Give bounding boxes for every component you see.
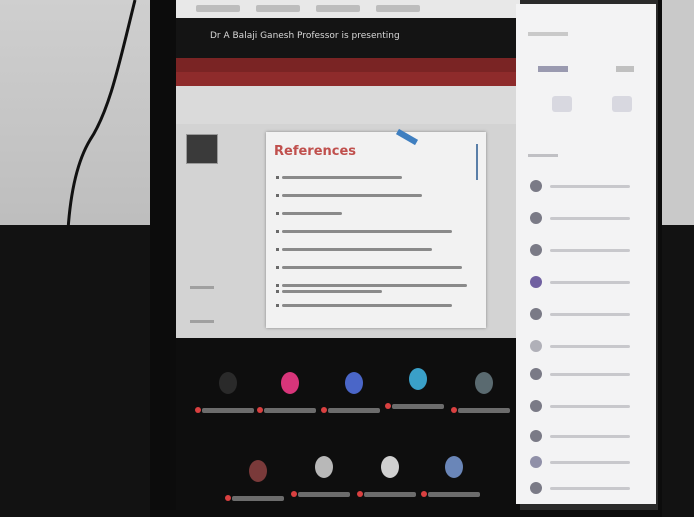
participant-avatar [530, 244, 542, 256]
participant-name-tag [451, 407, 510, 413]
participant-tile[interactable] [421, 456, 480, 497]
participant-name-tag [321, 407, 380, 413]
participant-name [550, 461, 630, 464]
participant-name [550, 345, 630, 348]
participant-avatar [530, 276, 542, 288]
thumbnail-label [190, 320, 214, 323]
participant-avatar [409, 368, 427, 390]
participant-name-tag [385, 403, 444, 409]
participant-row[interactable] [530, 482, 650, 496]
participant-tile[interactable] [291, 456, 350, 497]
participant-avatar [345, 372, 363, 394]
reference-item-cont [276, 290, 382, 293]
reference-item [276, 176, 402, 179]
participant-name [550, 405, 630, 408]
participant-tile[interactable] [357, 456, 416, 497]
reference-item [276, 304, 452, 307]
participant-avatar [281, 372, 299, 394]
participant-row[interactable] [530, 430, 650, 444]
reference-item [276, 266, 462, 269]
share-invite-button[interactable] [612, 96, 632, 112]
participant-name [550, 249, 630, 252]
tab-chat[interactable] [616, 66, 634, 72]
participant-avatar [530, 430, 542, 442]
participant-avatar [530, 482, 542, 494]
participant-avatar [219, 372, 237, 394]
participant-name-tag [225, 495, 284, 501]
browser-top-strip [176, 0, 520, 18]
participant-name-tag [195, 407, 254, 413]
participant-name-tag [357, 491, 416, 497]
participant-name [550, 435, 630, 438]
monitor-screen: Dr A Balaji Ganesh Professor is presenti… [176, 0, 658, 510]
tab-participants[interactable] [538, 66, 568, 72]
power-cable [66, 0, 137, 230]
participant-name-tag [421, 491, 480, 497]
participant-row[interactable] [530, 456, 650, 470]
panel-tabs [516, 62, 656, 82]
reference-item [276, 212, 342, 215]
participant-avatar [530, 212, 542, 224]
participant-row[interactable] [530, 212, 650, 226]
section-label [528, 154, 558, 157]
participant-gallery [176, 338, 520, 510]
participant-tile[interactable] [195, 372, 254, 413]
participant-row[interactable] [530, 308, 650, 322]
participant-name [550, 217, 630, 220]
participant-avatar [530, 368, 542, 380]
ribbon-toolbar[interactable] [176, 86, 520, 124]
participant-row[interactable] [530, 180, 650, 194]
participant-name-tag [257, 407, 316, 413]
slide-title: References [274, 144, 357, 159]
participant-tile[interactable] [321, 372, 380, 413]
participant-avatar [530, 456, 542, 468]
browser-tab[interactable] [256, 5, 300, 12]
slide-accent-shape [395, 128, 419, 146]
participant-avatar [530, 180, 542, 192]
participant-avatar [530, 400, 542, 412]
participant-name [550, 373, 630, 376]
participant-avatar [381, 456, 399, 478]
participants-panel [516, 4, 656, 504]
browser-tab[interactable] [376, 5, 420, 12]
participant-avatar [530, 340, 542, 352]
participant-tile[interactable] [451, 372, 510, 413]
browser-tab[interactable] [196, 5, 240, 12]
participant-name [550, 313, 630, 316]
browser-tab[interactable] [316, 5, 360, 12]
participant-row[interactable] [530, 340, 650, 354]
panel-header [516, 4, 656, 44]
reference-item [276, 248, 432, 251]
participant-row[interactable] [530, 276, 650, 290]
reference-item [276, 194, 422, 197]
participant-name [550, 185, 630, 188]
reference-item [276, 284, 467, 287]
participant-tile[interactable] [257, 372, 316, 413]
presenter-banner: Dr A Balaji Ganesh Professor is presenti… [176, 18, 520, 58]
presenter-banner-text: Dr A Balaji Ganesh Professor is presenti… [210, 31, 400, 41]
add-people-button[interactable] [552, 96, 572, 112]
participant-name [550, 487, 630, 490]
current-slide: References [266, 128, 486, 328]
participant-avatar [530, 308, 542, 320]
participant-tile[interactable] [385, 368, 444, 409]
participant-name [550, 281, 630, 284]
participant-avatar [475, 372, 493, 394]
presentation-titlebar [176, 58, 520, 72]
participant-avatar [445, 456, 463, 478]
participant-row[interactable] [530, 368, 650, 382]
slide-scrollbar[interactable] [476, 144, 478, 180]
slide-thumbnail[interactable] [186, 134, 218, 164]
participant-avatar [315, 456, 333, 478]
participant-name-tag [291, 491, 350, 497]
participant-row[interactable] [530, 244, 650, 258]
participant-tile[interactable] [225, 460, 284, 501]
participant-avatar [249, 460, 267, 482]
thumbnail-label [190, 286, 214, 289]
participant-row[interactable] [530, 400, 650, 414]
reference-item [276, 230, 452, 233]
